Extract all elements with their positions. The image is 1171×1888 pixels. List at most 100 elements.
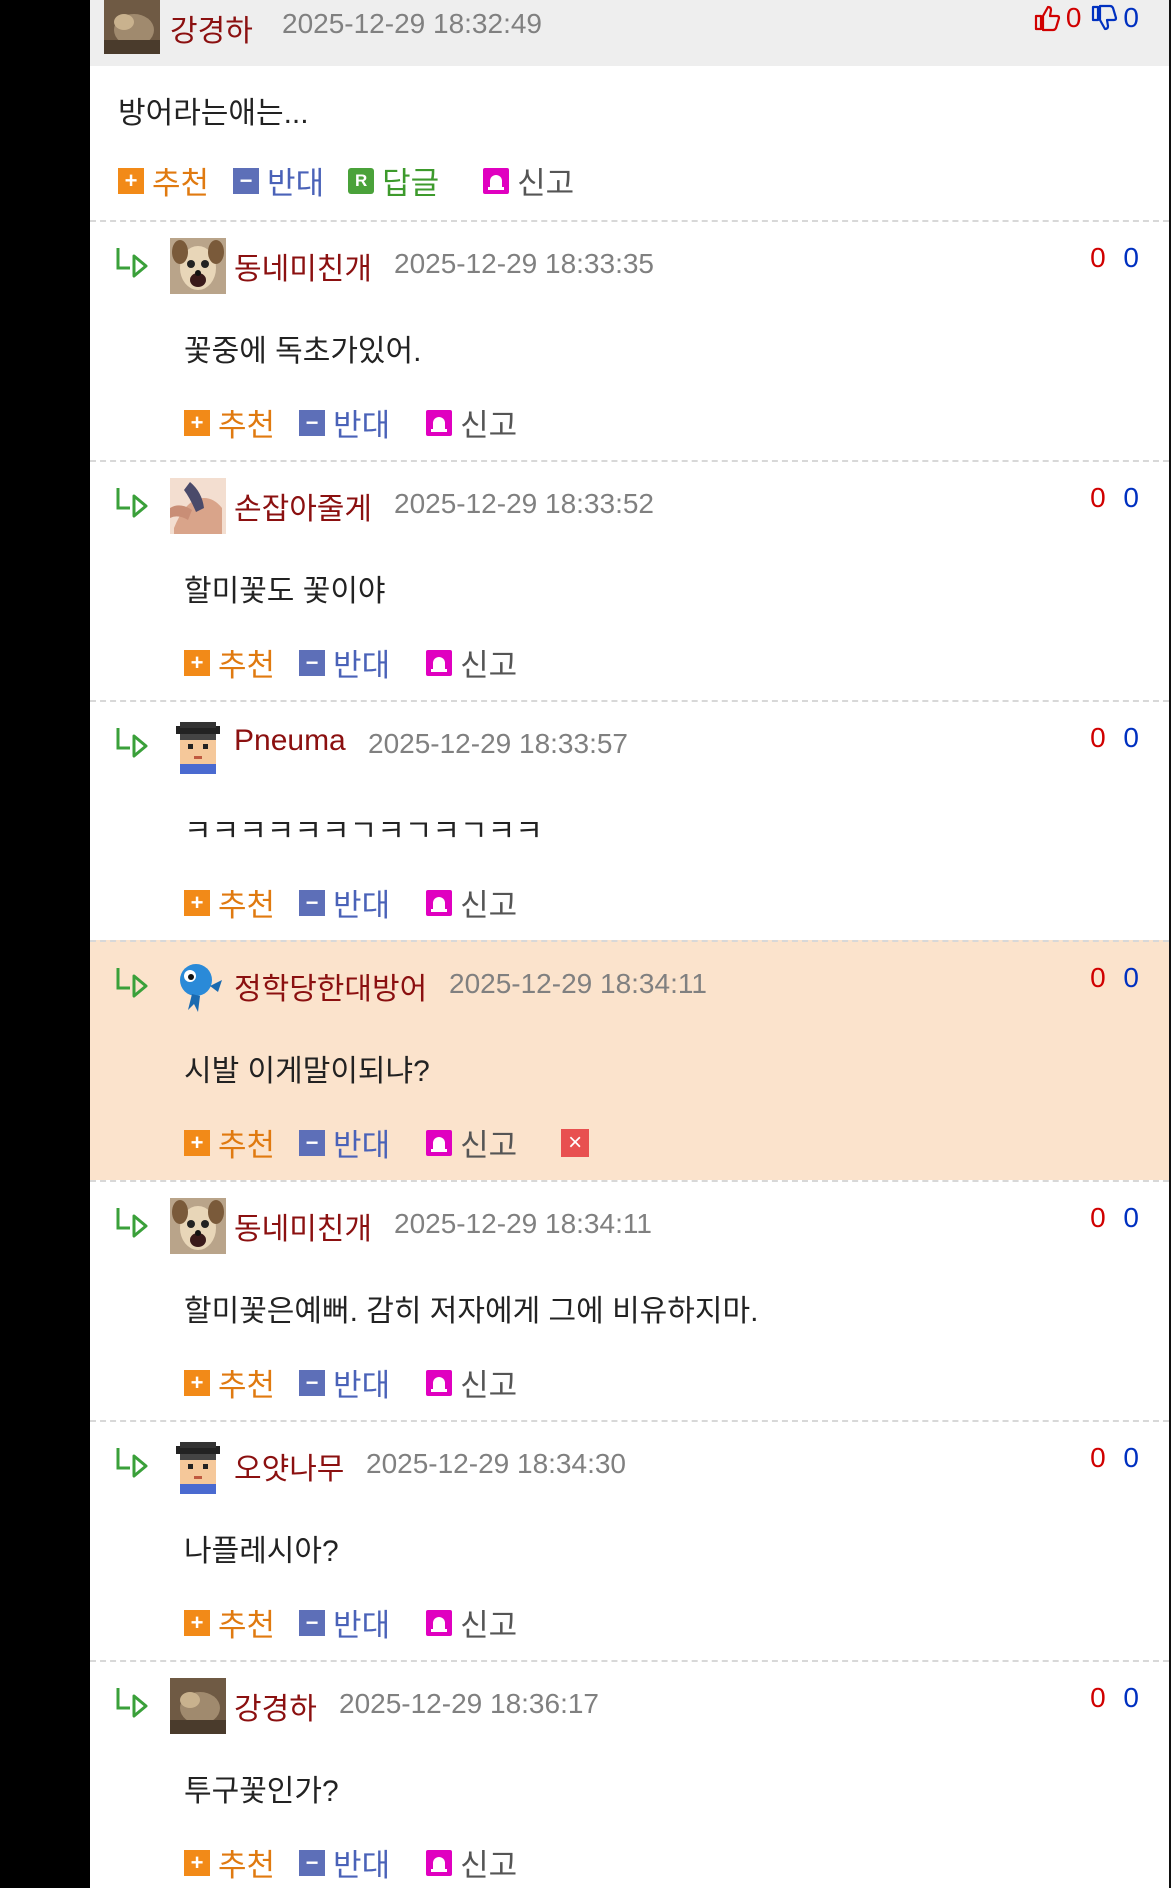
- report-button[interactable]: 신고: [426, 1120, 517, 1165]
- minus-icon: −: [299, 409, 326, 436]
- report-button[interactable]: 신고: [483, 158, 574, 203]
- plus-icon: +: [184, 1129, 210, 1156]
- recommend-button[interactable]: + 추천: [184, 400, 275, 445]
- recommend-button[interactable]: + 추천: [184, 880, 275, 925]
- minus-icon: −: [299, 1849, 326, 1876]
- recommend-button[interactable]: + 추천: [184, 640, 275, 685]
- delete-button[interactable]: ×: [561, 1128, 590, 1157]
- reply-avatar[interactable]: [170, 958, 226, 1014]
- report-button[interactable]: 신고: [426, 880, 517, 925]
- reply-votes: 0 0: [1090, 242, 1139, 274]
- reply-nickname[interactable]: 강경하: [234, 1684, 317, 1728]
- thumbs-up-icon[interactable]: [1032, 3, 1062, 33]
- reply-down-count[interactable]: 0: [1123, 1442, 1139, 1473]
- reply-avatar[interactable]: [170, 718, 226, 774]
- reply-label: 답글: [382, 166, 440, 201]
- oppose-button[interactable]: − 반대: [233, 158, 324, 203]
- reply-votes: 0 0: [1090, 722, 1139, 754]
- report-label: 신고: [460, 888, 518, 923]
- reply-down-count[interactable]: 0: [1123, 1682, 1139, 1713]
- report-label: 신고: [460, 648, 518, 683]
- report-button[interactable]: 신고: [426, 1600, 517, 1645]
- minus-icon: −: [299, 1609, 326, 1636]
- reply-down-count[interactable]: 0: [1123, 482, 1139, 513]
- reply-nickname[interactable]: 오얏나무: [234, 1444, 344, 1488]
- recommend-button[interactable]: + 추천: [184, 1600, 275, 1645]
- recommend-label: 추천: [218, 1848, 276, 1883]
- oppose-button[interactable]: − 반대: [299, 400, 390, 445]
- reply-nickname[interactable]: 손잡아줄게: [234, 484, 372, 528]
- recommend-button[interactable]: + 추천: [118, 158, 209, 203]
- report-label: 신고: [460, 1128, 518, 1163]
- report-button[interactable]: 신고: [426, 400, 517, 445]
- reply-down-count[interactable]: 0: [1123, 242, 1139, 273]
- reply-down-count[interactable]: 0: [1123, 722, 1139, 753]
- reply-up-count[interactable]: 0: [1090, 242, 1106, 273]
- report-label: 신고: [460, 1368, 518, 1403]
- report-button[interactable]: 신고: [426, 1840, 517, 1885]
- oppose-button[interactable]: − 반대: [299, 880, 390, 925]
- recommend-label: 추천: [218, 408, 276, 443]
- recommend-button[interactable]: + 추천: [184, 1840, 275, 1885]
- siren-icon: [483, 167, 510, 194]
- plus-icon: +: [184, 649, 210, 676]
- reply-avatar[interactable]: [170, 478, 226, 534]
- reply-datetime: 2025-12-29 18:34:30: [366, 1448, 626, 1479]
- reply-down-count[interactable]: 0: [1123, 962, 1139, 993]
- thumbs-down-icon[interactable]: [1089, 3, 1119, 33]
- oppose-button[interactable]: − 반대: [299, 1840, 390, 1885]
- reply-nickname[interactable]: 정학당한대방어: [234, 964, 427, 1008]
- recommend-button[interactable]: + 추천: [184, 1120, 275, 1165]
- report-button[interactable]: 신고: [426, 1360, 517, 1405]
- main-down-count: 0: [1123, 2, 1139, 33]
- reply-avatar[interactable]: [170, 238, 226, 294]
- reply-votes: 0 0: [1090, 1442, 1139, 1474]
- siren-icon: [426, 1609, 453, 1636]
- oppose-button[interactable]: − 반대: [299, 640, 390, 685]
- reply-nickname[interactable]: 동네미친개: [234, 1204, 372, 1248]
- main-comment-votes: 0 0: [1032, 2, 1139, 34]
- reply-avatar[interactable]: [170, 1678, 226, 1734]
- reply-item-3: Pneuma 2025-12-29 18:33:57 0 0 ㅋㅋㅋㅋㅋㅋㄱㅋㄱ…: [90, 700, 1169, 940]
- report-label: 신고: [460, 1848, 518, 1883]
- reply-avatar[interactable]: [170, 1198, 226, 1254]
- oppose-label: 반대: [333, 1368, 391, 1403]
- reply-datetime: 2025-12-29 18:33:57: [368, 728, 628, 759]
- reply-votes: 0 0: [1090, 1202, 1139, 1234]
- reply-item-4: 정학당한대방어 2025-12-29 18:34:11 0 0 시발 이게말이되…: [90, 940, 1169, 1180]
- reply-actions: + 추천 − 반대 신고: [184, 1360, 541, 1405]
- reply-actions: + 추천 − 반대 신고 ×: [184, 1120, 590, 1165]
- reply-down-count[interactable]: 0: [1123, 1202, 1139, 1233]
- minus-icon: −: [299, 1369, 326, 1396]
- siren-icon: [426, 1849, 453, 1876]
- main-up-count: 0: [1065, 2, 1082, 33]
- reply-arrow-icon: [116, 488, 148, 518]
- oppose-button[interactable]: − 반대: [299, 1360, 390, 1405]
- reply-button[interactable]: R 답글: [348, 158, 439, 203]
- siren-icon: [426, 1369, 453, 1396]
- reply-up-count[interactable]: 0: [1090, 1682, 1106, 1713]
- recommend-button[interactable]: + 추천: [184, 1360, 275, 1405]
- left-black-bar: [0, 0, 90, 1888]
- oppose-label: 반대: [333, 1848, 391, 1883]
- reply-nickname[interactable]: 동네미친개: [234, 244, 372, 288]
- minus-icon: −: [299, 889, 326, 916]
- reply-up-count[interactable]: 0: [1090, 1442, 1106, 1473]
- main-comment-nickname[interactable]: 강경하: [170, 6, 253, 50]
- reply-up-count[interactable]: 0: [1090, 962, 1106, 993]
- oppose-button[interactable]: − 반대: [299, 1600, 390, 1645]
- oppose-button[interactable]: − 반대: [299, 1120, 390, 1165]
- reply-nickname[interactable]: Pneuma: [234, 724, 346, 758]
- report-button[interactable]: 신고: [426, 640, 517, 685]
- main-comment-avatar[interactable]: [104, 0, 160, 54]
- reply-datetime: 2025-12-29 18:36:17: [339, 1688, 599, 1719]
- comment-page: 강경하 2025-12-29 18:32:49 0 0 방어라는애는... + …: [0, 0, 1171, 1888]
- report-label: 신고: [517, 166, 575, 201]
- reply-up-count[interactable]: 0: [1090, 482, 1106, 513]
- reply-up-count[interactable]: 0: [1090, 1202, 1106, 1233]
- siren-icon: [426, 1129, 453, 1156]
- oppose-label: 반대: [333, 408, 391, 443]
- reply-up-count[interactable]: 0: [1090, 722, 1106, 753]
- reply-avatar[interactable]: [170, 1438, 226, 1494]
- reply-body: 나플레시아?: [184, 1535, 339, 1568]
